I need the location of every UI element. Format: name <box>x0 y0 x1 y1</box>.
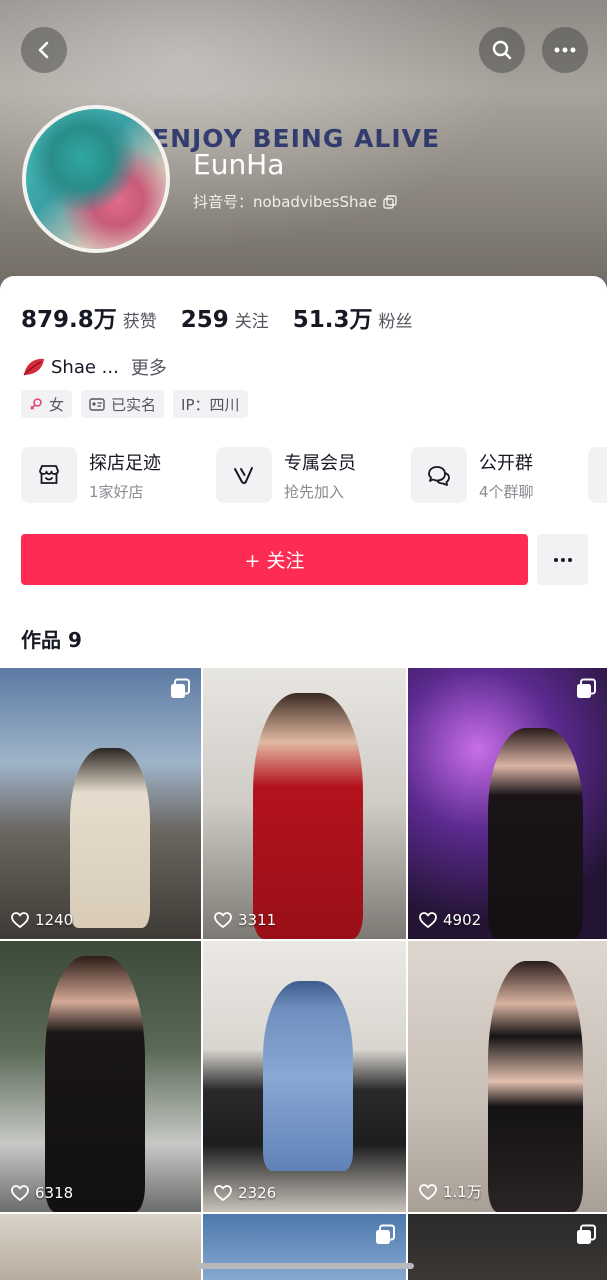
bio-more-link[interactable]: 更多 <box>131 354 167 380</box>
video-likes-count: 1.1万 <box>443 1183 482 1201</box>
stat-followers-label: 粉丝 <box>378 312 413 332</box>
id-card-icon <box>89 397 105 411</box>
search-icon <box>492 40 512 60</box>
copy-icon[interactable] <box>383 194 397 209</box>
more-dots-icon <box>553 557 572 562</box>
video-likes: 6318 <box>11 1184 73 1202</box>
search-button[interactable] <box>479 27 525 73</box>
video-likes: 2326 <box>214 1184 276 1202</box>
stat-followers-value: 51.3万 <box>292 307 373 333</box>
vip-icon <box>216 447 272 503</box>
works-tab-title[interactable]: 作品 9 <box>21 624 82 653</box>
service-membership[interactable]: 专属会员 抢先加入 <box>216 447 411 503</box>
female-icon <box>30 398 42 410</box>
video-likes-count: 1240 <box>35 911 74 929</box>
stat-following-value: 259 <box>180 307 229 333</box>
more-options-button[interactable] <box>542 27 588 73</box>
service-row: 探店足迹 1家好店 专属会员 抢先加入 公开群 4个群聊 <box>21 447 606 503</box>
multi-image-icon <box>376 1224 395 1244</box>
heart-icon <box>11 1185 29 1201</box>
avatar[interactable] <box>22 105 170 253</box>
back-button[interactable] <box>21 27 67 73</box>
more-dots-icon <box>554 47 576 53</box>
follow-button-label: + 关注 <box>244 550 305 572</box>
stat-likes-value: 879.8万 <box>21 307 117 333</box>
video-tile[interactable]: 2326 <box>203 941 406 1212</box>
leaf-icon <box>23 358 44 376</box>
tag-gender-label: 女 <box>49 395 65 414</box>
video-thumbnail-figure <box>488 961 583 1212</box>
multi-image-icon <box>577 678 596 698</box>
follow-button[interactable]: + 关注 <box>21 534 528 585</box>
service-group-subtitle: 4个群聊 <box>479 482 534 501</box>
follow-more-button[interactable] <box>537 534 588 585</box>
tag-verified[interactable]: 已实名 <box>81 390 165 418</box>
service-group-title: 公开群 <box>479 452 533 474</box>
stat-following-label: 关注 <box>234 312 269 332</box>
video-thumbnail-figure <box>70 748 150 928</box>
stat-likes-label: 获赞 <box>122 312 157 332</box>
tag-row: 女 已实名 IP：四川 <box>21 390 248 418</box>
video-thumbnail-figure <box>263 981 353 1171</box>
heart-icon <box>11 912 29 928</box>
video-tile[interactable]: 6318 <box>0 941 201 1212</box>
stat-followers[interactable]: 51.3万 粉丝 <box>293 300 413 334</box>
multi-image-icon <box>577 1224 596 1244</box>
service-membership-subtitle: 抢先加入 <box>284 482 345 501</box>
service-store-visits[interactable]: 探店足迹 1家好店 <box>21 447 216 503</box>
video-thumbnail-figure <box>488 728 583 939</box>
video-tile[interactable] <box>203 1214 406 1280</box>
store-icon <box>21 447 77 503</box>
group-chat-icon <box>411 447 467 503</box>
video-likes: 4902 <box>419 911 481 929</box>
heart-icon <box>419 1183 437 1200</box>
service-public-group[interactable]: 公开群 4个群聊 <box>411 447 606 503</box>
video-tile[interactable]: 4902 <box>408 668 607 939</box>
nickname: EunHa <box>193 148 285 181</box>
service-membership-title: 专属会员 <box>284 452 356 474</box>
back-arrow-icon <box>38 41 49 59</box>
douyin-id[interactable]: 抖音号：nobadvibesShae <box>193 191 397 212</box>
video-tile[interactable]: 1.1万 <box>408 941 607 1212</box>
video-likes: 3311 <box>214 911 276 929</box>
stats-row: 879.8万 获赞 259 关注 51.3万 粉丝 <box>21 300 437 334</box>
heart-icon <box>214 912 232 928</box>
bio-text: Shae ... <box>51 356 119 378</box>
service-store-title: 探店足迹 <box>89 452 161 474</box>
video-tile[interactable] <box>0 1214 201 1280</box>
video-likes: 1240 <box>11 911 73 929</box>
video-thumbnail-figure <box>253 693 363 939</box>
video-likes: 1.1万 <box>419 1181 482 1202</box>
video-likes-count: 6318 <box>35 1184 74 1202</box>
video-thumbnail-figure <box>45 956 145 1212</box>
douyin-id-text: 抖音号：nobadvibesShae <box>193 193 377 211</box>
heart-icon <box>214 1185 232 1201</box>
tag-gender: 女 <box>21 390 73 418</box>
home-indicator <box>196 1263 414 1269</box>
video-likes-count: 2326 <box>238 1184 277 1202</box>
stat-following[interactable]: 259 关注 <box>181 307 269 333</box>
video-tile[interactable]: 3311 <box>203 668 406 939</box>
service-next-partial[interactable] <box>588 447 607 503</box>
heart-icon <box>419 912 437 928</box>
multi-image-icon <box>171 678 190 698</box>
video-tile[interactable]: 1240 <box>0 668 201 939</box>
video-likes-count: 3311 <box>238 911 277 929</box>
tag-verified-label: 已实名 <box>111 395 157 414</box>
video-likes-count: 4902 <box>443 911 482 929</box>
profile-cover: ENJOY BEING ALIVE EunHa 抖音号：nobadvibesSh… <box>0 0 607 300</box>
stat-likes[interactable]: 879.8万 获赞 <box>21 300 157 334</box>
bio[interactable]: Shae ... 更多 <box>21 354 167 380</box>
tag-ip-label: IP：四川 <box>181 395 240 414</box>
service-store-subtitle: 1家好店 <box>89 482 144 501</box>
tag-ip-location: IP：四川 <box>173 390 248 418</box>
video-tile[interactable] <box>408 1214 607 1280</box>
